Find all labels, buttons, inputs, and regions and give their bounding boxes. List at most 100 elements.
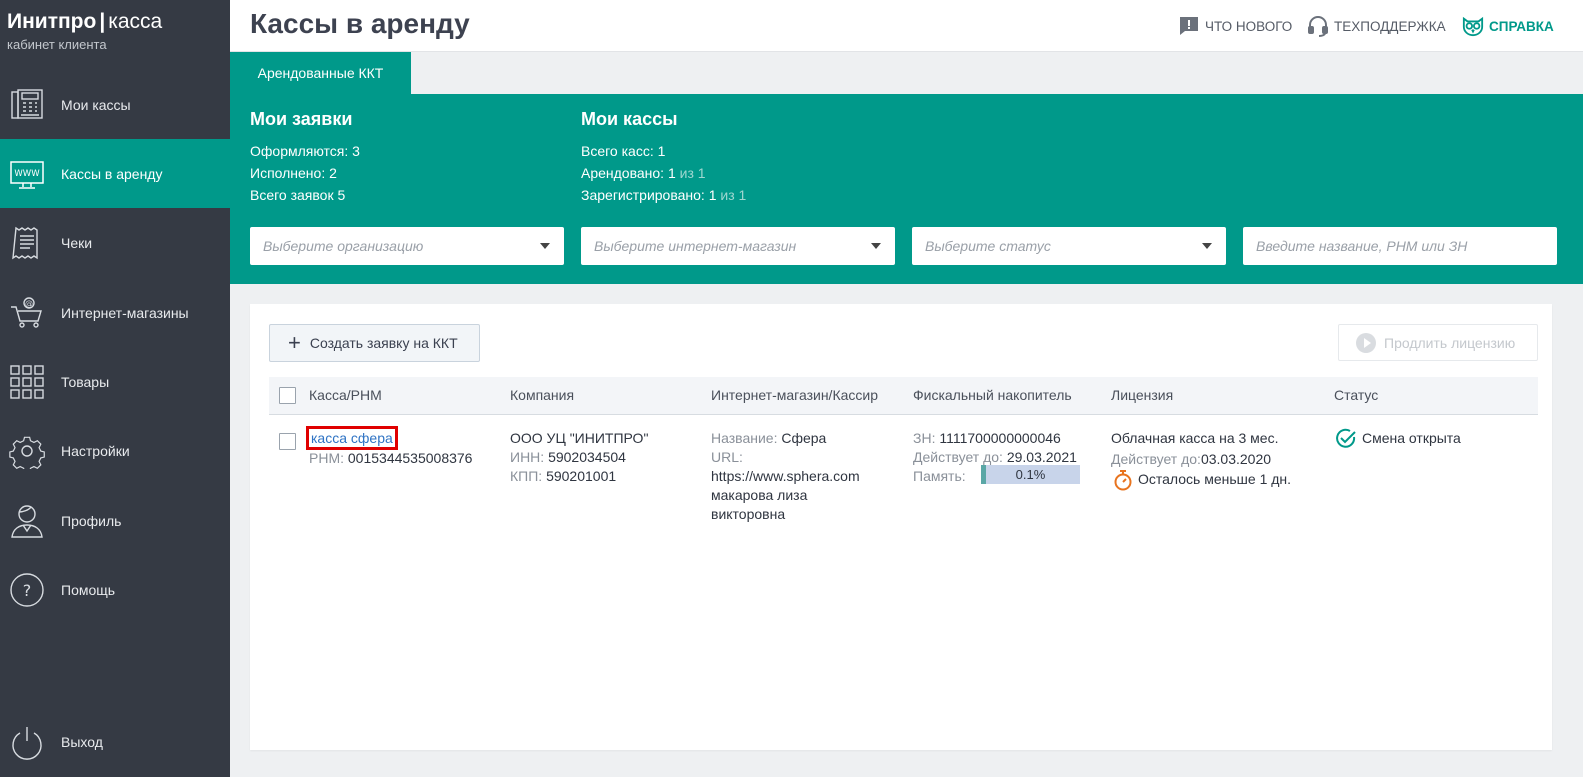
shop-select-value: Выберите интернет-магазин xyxy=(594,238,797,254)
kkt-rented: Арендовано: 1 из 1 xyxy=(581,165,706,181)
svg-text:@: @ xyxy=(25,299,33,308)
kkt-registered: Зарегистрировано: 1 из 1 xyxy=(581,187,747,203)
chevron-down-icon xyxy=(871,243,881,249)
kkt-total: Всего касс: 1 xyxy=(581,143,666,159)
company-kpp: КПП: 590201001 xyxy=(510,468,617,484)
play-circle-icon xyxy=(1356,332,1376,353)
renew-license-button[interactable]: Продлить лицензию xyxy=(1338,324,1538,361)
svg-text:WWW: WWW xyxy=(14,169,40,179)
plus-icon: + xyxy=(288,330,301,355)
sidebar-item-my-kkt[interactable]: Мои кассы xyxy=(0,70,230,139)
brand-product: касса xyxy=(108,10,163,33)
help-link[interactable]: Справка xyxy=(1462,15,1554,37)
sidebar-item-settings[interactable]: Настройки xyxy=(0,416,230,485)
company-cell: ООО УЦ "ИНИТПРО" ИНН: 5902034504 КПП: 59… xyxy=(510,429,648,486)
search-input-placeholder: Введите название, РНМ или ЗН xyxy=(1256,238,1468,254)
search-input[interactable]: Введите название, РНМ или ЗН xyxy=(1243,227,1557,265)
sidebar-item-label: Настройки xyxy=(61,442,130,459)
company-name: ООО УЦ "ИНИТПРО" xyxy=(510,430,649,446)
sidebar: Инитпро | касса кабинет клиента Мои кассы … xyxy=(0,0,230,777)
sidebar-item-receipts[interactable]: Чеки xyxy=(0,208,230,277)
logout-label: Выход xyxy=(61,734,103,750)
www-monitor-icon: WWW xyxy=(9,156,45,192)
license-name: Облачная касса на 3 мес. xyxy=(1111,430,1279,446)
shop-url-label: URL: xyxy=(711,449,743,465)
requests-summary: Мои заявки Оформляются: 3 Исполнено: 2 В… xyxy=(250,109,360,206)
shop-url: https://www.sphera.com xyxy=(711,468,860,484)
license-cell: Облачная касса на 3 мес. Действует до:03… xyxy=(1111,429,1291,489)
column-header-company[interactable]: Компания xyxy=(510,387,574,403)
fn-memory-value: 0.1% xyxy=(1015,467,1046,482)
status-text: Смена открыта xyxy=(1362,430,1461,446)
chevron-down-icon xyxy=(540,243,550,249)
sidebar-item-goods[interactable]: Товары xyxy=(0,347,230,416)
owl-icon xyxy=(1462,16,1484,37)
column-header-fn[interactable]: Фискальный накопитель xyxy=(913,387,1072,403)
column-header-kkt[interactable]: Касса/РНМ xyxy=(309,387,382,403)
receipt-icon xyxy=(9,225,45,261)
logout-button[interactable]: Выход xyxy=(0,708,230,777)
message-alert-icon xyxy=(1180,17,1198,35)
kkt-rnm: РНМ: 0015344535008376 xyxy=(309,450,473,466)
power-icon xyxy=(9,725,45,761)
sidebar-item-label: Мои кассы xyxy=(61,96,131,113)
requests-total: Всего заявок 5 xyxy=(250,187,346,203)
status-select[interactable]: Выберите статус xyxy=(912,227,1226,265)
column-header-shop[interactable]: Интернет-магазин/Кассир xyxy=(711,387,878,403)
kkt-cell: касса сфера РНМ: 0015344535008376 xyxy=(306,426,473,468)
requests-in-progress: Оформляются: 3 xyxy=(250,143,360,159)
fn-serial: ЗН: 1111700000000046 xyxy=(913,430,1061,446)
cashier-name-line2: викторовна xyxy=(711,506,786,522)
help-circle-icon: ? xyxy=(9,572,45,608)
cashier-name-line1: макарова лиза xyxy=(711,487,808,503)
whats-new-link[interactable]: Что нового xyxy=(1178,15,1292,37)
select-all-checkbox[interactable] xyxy=(279,387,296,404)
column-header-license[interactable]: Лицензия xyxy=(1111,387,1173,403)
header: Кассы в аренду Что нового Техподдержка С… xyxy=(230,0,1583,52)
sidebar-item-label: Кассы в аренду xyxy=(61,165,163,182)
summary-panel: Мои заявки Оформляются: 3 Исполнено: 2 В… xyxy=(230,94,1583,284)
table-header: Касса/РНМ Компания Интернет-магазин/Касс… xyxy=(269,377,1538,415)
sidebar-item-label: Помощь xyxy=(61,581,116,598)
page-title: Кассы в аренду xyxy=(250,8,470,39)
status-select-value: Выберите статус xyxy=(925,238,1051,254)
gear-icon xyxy=(9,433,45,469)
create-kkt-request-label: Создать заявку на ККТ xyxy=(309,335,458,351)
cart-icon: @ xyxy=(9,295,45,331)
organization-select-value: Выберите организацию xyxy=(263,238,424,254)
sidebar-item-label: Товары xyxy=(61,373,110,390)
svg-text:?: ? xyxy=(23,581,32,600)
license-warning: Осталось меньше 1 дн. xyxy=(1138,471,1292,487)
kkt-summary: Мои кассы Всего касс: 1 Арендовано: 1 из… xyxy=(581,109,746,206)
sidebar-item-help[interactable]: ? Помощь xyxy=(0,555,230,624)
sidebar-item-label: Профиль xyxy=(61,512,122,529)
user-icon xyxy=(9,503,45,539)
requests-title: Мои заявки xyxy=(250,109,353,129)
kkt-name-link[interactable]: касса сфера xyxy=(306,426,398,450)
column-header-status[interactable]: Статус xyxy=(1334,387,1378,403)
brand-subtitle: кабинет клиента xyxy=(7,37,107,52)
check-circle-icon xyxy=(1335,428,1357,450)
sidebar-item-label: Интернет-магазины xyxy=(61,304,189,321)
row-checkbox[interactable] xyxy=(279,433,296,450)
sidebar-item-rented-kkt[interactable]: WWW Кассы в аренду xyxy=(0,139,230,208)
whats-new-label: Что нового xyxy=(1205,18,1293,34)
support-link[interactable]: Техподдержка xyxy=(1307,15,1446,37)
shop-select[interactable]: Выберите интернет-магазин xyxy=(581,227,895,265)
chevron-down-icon xyxy=(1202,243,1212,249)
cash-register-icon xyxy=(9,87,45,123)
renew-license-label: Продлить лицензию xyxy=(1384,334,1516,351)
support-label: Техподдержка xyxy=(1334,18,1446,34)
kkt-list-card: + Создать заявку на ККТ Продлить лицензи… xyxy=(250,304,1552,750)
organization-select[interactable]: Выберите организацию xyxy=(250,227,564,265)
requests-done: Исполнено: 2 xyxy=(250,165,337,181)
grid-icon xyxy=(9,364,45,400)
create-kkt-request-button[interactable]: + Создать заявку на ККТ xyxy=(269,324,480,362)
brand-name: Инитпро xyxy=(7,10,97,33)
help-label: Справка xyxy=(1489,18,1554,34)
tab-rented-kkt[interactable]: Арендованные ККТ xyxy=(230,52,411,94)
sidebar-item-shops[interactable]: @ Интернет-магазины xyxy=(0,278,230,347)
sidebar-item-profile[interactable]: Профиль xyxy=(0,486,230,555)
brand-logo[interactable]: Инитпро | касса кабинет клиента xyxy=(7,10,162,52)
sidebar-item-label: Чеки xyxy=(61,234,93,251)
